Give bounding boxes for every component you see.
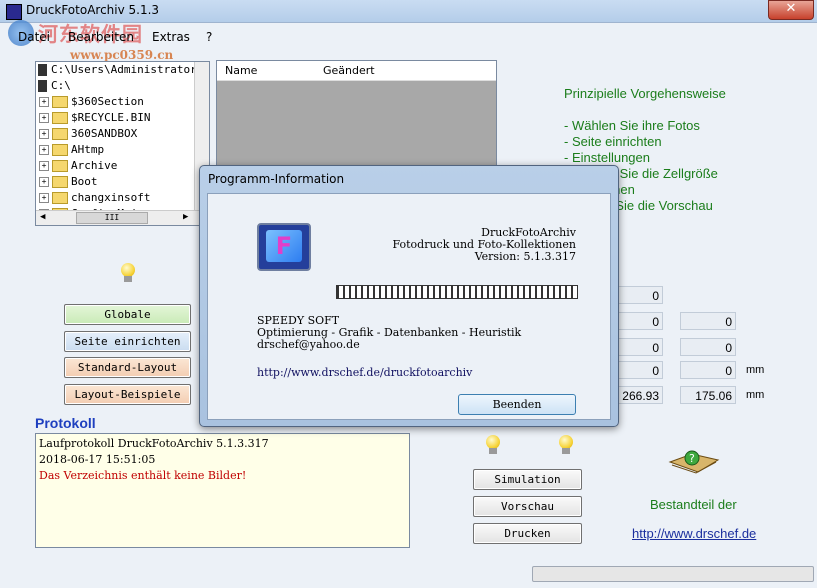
watermark-url: www.pc0359.cn bbox=[70, 48, 174, 62]
file-list[interactable]: Name Geändert bbox=[216, 60, 497, 172]
tree-item[interactable]: + changxinsoft bbox=[36, 190, 150, 206]
log-error-line: Das Verzeichnis enthält keine Bilder! bbox=[39, 469, 247, 482]
drive-icon bbox=[38, 80, 47, 92]
preview-button[interactable]: Vorschau bbox=[473, 496, 582, 517]
help-book-icon: ? bbox=[668, 448, 720, 476]
close-dialog-button[interactable]: Beenden bbox=[458, 394, 576, 415]
drschef-link[interactable]: http://www.drschef.de bbox=[632, 526, 756, 541]
dialog-title: Programm-Information bbox=[208, 172, 345, 186]
app-logo-icon: F bbox=[257, 223, 311, 271]
close-button[interactable]: ✕ bbox=[768, 0, 814, 20]
folder-open-icon bbox=[38, 64, 47, 76]
layout-examples-button[interactable]: Layout-Beispiele bbox=[64, 384, 191, 405]
folder-icon bbox=[52, 192, 68, 204]
col-header-name[interactable]: Name bbox=[225, 64, 257, 77]
window-title: DruckFotoArchiv 5.1.3 bbox=[26, 3, 160, 17]
tree-item[interactable]: + Archive bbox=[36, 158, 117, 174]
simulation-button[interactable]: Simulation bbox=[473, 469, 582, 490]
log-line: 2018-06-17 15:51:05 bbox=[39, 453, 156, 466]
list-header: Name Geändert bbox=[217, 61, 496, 81]
folder-icon bbox=[52, 128, 68, 140]
log-line: Laufprotokoll DruckFotoArchiv 5.1.3.317 bbox=[39, 437, 269, 450]
tree-horizontal-scrollbar[interactable]: ◀ III ▶ bbox=[36, 210, 209, 225]
menu-bar: Datei Bearbeiten Extras ? bbox=[0, 27, 817, 47]
scroll-left-arrow-icon[interactable]: ◀ bbox=[40, 212, 45, 222]
col-header-changed[interactable]: Geändert bbox=[323, 64, 375, 77]
setting-field[interactable]: 0 bbox=[680, 361, 736, 379]
lightbulb-icon bbox=[120, 263, 136, 283]
tree-item[interactable]: + AHtmp bbox=[36, 142, 104, 158]
dialog-email: drschef@yahoo.de bbox=[257, 338, 360, 351]
dialog-body: F DruckFotoArchiv Fotodruck und Foto-Kol… bbox=[207, 193, 611, 420]
ornamental-divider bbox=[336, 285, 578, 299]
tree-drive-row[interactable]: C:\ bbox=[36, 78, 71, 94]
protokoll-log[interactable]: Laufprotokoll DruckFotoArchiv 5.1.3.317 … bbox=[35, 433, 410, 548]
folder-tree[interactable]: C:\Users\Administrator\ C:\ + $360Section… bbox=[35, 61, 210, 226]
scroll-thumb[interactable]: III bbox=[76, 212, 148, 224]
tree-item[interactable]: + $RECYCLE.BIN bbox=[36, 110, 150, 126]
dialog-version: Version: 5.1.3.317 bbox=[474, 250, 576, 263]
folder-icon bbox=[52, 112, 68, 124]
globale-button[interactable]: Globale bbox=[64, 304, 191, 325]
guide-step: - Einstellungen bbox=[564, 150, 650, 165]
menu-datei[interactable]: Datei bbox=[18, 30, 50, 44]
setting-field[interactable]: 0 bbox=[680, 338, 736, 356]
print-button[interactable]: Drucken bbox=[473, 523, 582, 544]
setting-field[interactable]: 0 bbox=[680, 312, 736, 330]
standard-layout-button[interactable]: Standard-Layout bbox=[64, 357, 191, 378]
setting-field[interactable]: 175.06 bbox=[680, 386, 736, 404]
lightbulb-icon bbox=[485, 435, 501, 455]
folder-icon bbox=[52, 176, 68, 188]
guide-heading: Prinzipielle Vorgehensweise bbox=[564, 86, 726, 101]
info-dialog: Programm-Information F DruckFotoArchiv F… bbox=[199, 165, 619, 427]
unit-label: mm bbox=[746, 364, 765, 376]
svg-text:?: ? bbox=[689, 452, 695, 465]
guide-step: - Seite einrichten bbox=[564, 134, 662, 149]
menu-extras[interactable]: Extras bbox=[152, 30, 190, 44]
guide-step: - Wählen Sie ihre Fotos bbox=[564, 118, 700, 133]
menu-help[interactable]: ? bbox=[206, 30, 212, 44]
branding-text: Bestandteil der bbox=[650, 497, 737, 512]
tree-item[interactable]: + Boot bbox=[36, 174, 98, 190]
status-progress-bar bbox=[532, 566, 814, 582]
tree-path-row[interactable]: C:\Users\Administrator\ bbox=[36, 62, 203, 78]
dialog-url[interactable]: http://www.drschef.de/druckfotoarchiv bbox=[257, 366, 472, 379]
protokoll-title: Protokoll bbox=[35, 415, 96, 431]
unit-label: mm bbox=[746, 389, 765, 401]
menu-bearbeiten[interactable]: Bearbeiten bbox=[68, 30, 134, 44]
folder-icon bbox=[52, 160, 68, 172]
tree-item[interactable]: + $360Section bbox=[36, 94, 144, 110]
folder-icon bbox=[52, 96, 68, 108]
page-setup-button[interactable]: Seite einrichten bbox=[64, 331, 191, 352]
folder-icon bbox=[52, 144, 68, 156]
lightbulb-icon bbox=[558, 435, 574, 455]
tree-item[interactable]: +360SANDBOX bbox=[36, 126, 137, 142]
scroll-right-arrow-icon[interactable]: ▶ bbox=[183, 212, 188, 222]
app-icon bbox=[6, 4, 22, 20]
